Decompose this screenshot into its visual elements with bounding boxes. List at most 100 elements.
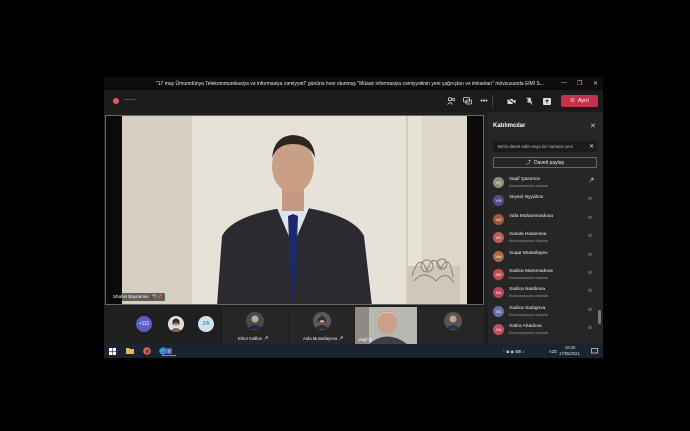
panel-title: Katılımcılar [493, 123, 526, 129]
mic-off-icon[interactable] [523, 96, 535, 106]
title-bar: "17 may Ümumdünya Telekommunikasiya və i… [104, 77, 603, 90]
teams-window: "17 may Ümumdünya Telekommunikasiya və i… [104, 77, 603, 358]
window-title: "17 may Ümumdünya Telekommunikasiya və i… [156, 81, 544, 87]
participant-avatar[interactable] [168, 316, 184, 332]
participant-photo [313, 312, 331, 330]
list-item[interactable]: XN Xadica Nasibova Kuruluşunuzun dışında ⊘ [492, 284, 600, 302]
leave-label: Ayrıl [577, 98, 589, 104]
avatar: VM [493, 213, 504, 225]
windows-taskbar: T ⌃ ◙ ◉ ⌨ ♪ AZE 16:20 17/05/2021 [104, 344, 603, 358]
meeting-timer: —:— [124, 97, 136, 103]
avatar: XS [493, 305, 504, 317]
maximize-icon[interactable]: ❐ [577, 80, 582, 87]
meeting-toolbar: —:— ••• ✆ Ayrıl [104, 90, 603, 112]
mic-off-icon: ⊘ [588, 325, 593, 332]
mic-icon: 🎤 [588, 178, 595, 184]
list-item[interactable]: XS Xadica Sadıgova Kuruluşunuzun dışında ⊘ [492, 303, 600, 321]
video-tile[interactable] [418, 307, 484, 344]
share-icon: ⤴ [525, 160, 531, 166]
share-invite-button[interactable]: ⤴ Daveti paylaş [493, 157, 597, 168]
recording-icon [113, 98, 119, 104]
overflow-count-badge[interactable]: +111 [136, 316, 152, 332]
avatar: VH [493, 232, 504, 244]
mic-off-icon: ⊘ [588, 306, 593, 313]
list-item[interactable]: VM Vafa Muhammədova ⊘ [492, 211, 600, 229]
avatar: VM [493, 250, 504, 262]
video-tile[interactable]: Aida Mustafayeva 🎤 [289, 307, 354, 344]
list-item[interactable]: VH Vusala Hasanova Kuruluşunuzun dışında ⊘ [492, 229, 600, 247]
leave-button[interactable]: ✆ Ayrıl [561, 95, 598, 107]
avatar: VQ [493, 177, 504, 188]
camera-off-icon[interactable] [505, 96, 517, 106]
participant-status: Kuruluşunuzun dışında [509, 239, 548, 244]
video-tile[interactable]: Vaqif Q [355, 307, 417, 344]
participant-status: Kuruluşunuzun dışında [509, 184, 548, 188]
list-item[interactable]: VM Vuqar Mustafayev ⊘ [492, 248, 600, 266]
close-panel-icon[interactable]: ✕ [590, 122, 596, 130]
tile-name: Aida Mustafayeva 🎤 [303, 336, 344, 341]
initials: ZA [202, 321, 210, 327]
participant-name: Xadica Nasibova [509, 287, 545, 293]
participants-panel: Katılımcılar ✕ Birini davet edin veya bi… [488, 112, 603, 344]
mic-off-icon: ⊘ [588, 288, 593, 295]
invite-input[interactable]: Birini davet edin veya bir numara çevi ✕ [493, 141, 597, 152]
participant-status: Kuruluşunuzun dışında [509, 294, 548, 299]
firefox-icon[interactable] [142, 347, 151, 355]
toolbar-divider [492, 95, 493, 107]
participant-status: Kuruluşunuzun dışında [509, 275, 548, 280]
share-label: Daveti paylaş [534, 159, 565, 166]
share-screen-icon[interactable] [541, 96, 553, 106]
mic-off-icon: ⊘ [588, 196, 593, 203]
list-item[interactable]: VƏ Veysəl Əyyubov ⊘ [492, 192, 600, 210]
participant-photo [444, 312, 462, 330]
participants-icon[interactable] [445, 96, 457, 106]
participant-name: Veysəl Əyyubov [509, 195, 544, 201]
participant-list: VQ Vaqif Qasımov Kuruluşunuzun dışında 🎤 VƏ… [492, 174, 600, 340]
panel-scrollbar[interactable] [598, 310, 601, 324]
participant-name: Vuqar Mustafayev [509, 250, 548, 256]
avatar: VƏ [493, 195, 504, 207]
system-tray-icons[interactable]: ⌃ ◙ ◉ ⌨ ♪ [502, 349, 524, 354]
participant-initials-avatar[interactable]: ZA [198, 316, 214, 332]
notification-icon[interactable] [590, 347, 599, 355]
chat-icon[interactable] [461, 96, 473, 106]
participant-name: Vaqif Qasımov [509, 177, 541, 182]
clock-date[interactable]: 17/05/2021 [559, 351, 580, 356]
minimize-icon[interactable]: — [561, 80, 567, 86]
close-icon[interactable]: ✕ [593, 80, 598, 87]
participant-status: Kuruluşunuzun dışında [509, 331, 548, 336]
windows-start-icon[interactable] [108, 347, 117, 355]
tile-name: Elnur Kalilov 🎤 [238, 336, 269, 341]
overflow-count: +111 [138, 321, 150, 327]
list-item[interactable]: XA Xatira Ahadova Kuruluşunuzun dışında ⊘ [492, 321, 600, 339]
invite-placeholder: Birini davet edin veya bir numara çevi [498, 144, 573, 149]
participant-name: Xatira Ahadova [509, 324, 542, 330]
language-indicator[interactable]: AZE [549, 349, 557, 354]
participant-strip: +111 ZA Elnur Kalilov 🎤 Aida Mustafayeva… [104, 307, 484, 344]
clock-time[interactable]: 16:20 [565, 345, 575, 350]
video-tile[interactable]: Elnur Kalilov 🎤 [222, 307, 288, 344]
svg-text:T: T [168, 349, 171, 354]
main-video: Shahin Bayramov 🎤̸ 📌 [105, 115, 484, 305]
mic-off-icon: ⊘ [588, 269, 593, 276]
clear-icon[interactable]: ✕ [589, 143, 594, 150]
list-item[interactable]: XM Xadica Mammadova Kuruluşunuzun dışında ⊘ [492, 266, 600, 284]
tile-name: Vaqif Q [358, 337, 373, 342]
speaker-name: Shahin Bayramov [113, 294, 149, 299]
mic-off-icon: ⊘ [588, 214, 593, 221]
file-explorer-icon[interactable] [125, 347, 134, 355]
participant-photo [246, 312, 264, 330]
participant-name: Xadica Mammadova [509, 268, 553, 274]
mic-off-icon: ⊘ [588, 233, 593, 240]
participant-name: Xadica Sadıgova [509, 305, 546, 311]
mic-off-icon: ⊘ [588, 251, 593, 258]
avatar: XN [493, 287, 504, 299]
teams-taskbar-icon[interactable]: T [162, 347, 176, 356]
more-options-icon[interactable]: ••• [478, 96, 490, 106]
speaker-name-tag: Shahin Bayramov 🎤̸ 📌 [110, 293, 166, 301]
avatar: XM [493, 268, 504, 280]
list-item[interactable]: VQ Vaqif Qasımov Kuruluşunuzun dışında 🎤 [492, 174, 600, 192]
avatar: XA [493, 324, 504, 336]
participant-name: Vusala Hasanova [509, 232, 547, 238]
participant-name: Vafa Muhammədova [509, 213, 553, 219]
